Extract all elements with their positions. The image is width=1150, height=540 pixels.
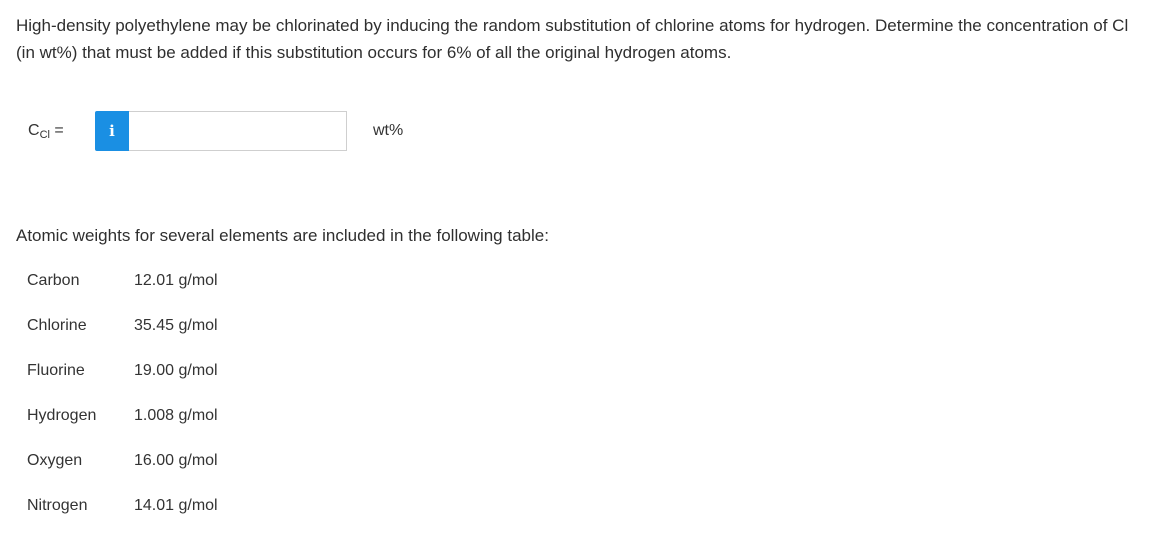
- atomic-weight: 12.01 g/mol: [134, 271, 218, 289]
- answer-row: CCl = i wt%: [28, 110, 403, 152]
- atomic-weight: 14.01 g/mol: [134, 496, 218, 514]
- variable-symbol: C: [28, 121, 40, 139]
- info-icon[interactable]: i: [95, 111, 129, 151]
- atomic-weight: 35.45 g/mol: [134, 316, 218, 334]
- element-name: Nitrogen: [27, 496, 88, 514]
- variable-subscript: Cl: [39, 128, 50, 141]
- atomic-weight: 19.00 g/mol: [134, 361, 218, 379]
- table-row: Hydrogen 1.008 g/mol: [20, 393, 225, 438]
- element-name: Hydrogen: [27, 406, 97, 424]
- variable-label: CCl =: [28, 122, 95, 141]
- element-name: Carbon: [27, 271, 80, 289]
- question-text: High-density polyethylene may be chlorin…: [16, 16, 1129, 62]
- table-row: Chlorine 35.45 g/mol: [20, 303, 225, 348]
- element-name: Oxygen: [27, 451, 83, 469]
- atomic-weights-table: Carbon 12.01 g/mol Chlorine 35.45 g/mol …: [20, 258, 225, 528]
- answer-input[interactable]: [129, 111, 347, 151]
- table-row: Fluorine 19.00 g/mol: [20, 348, 225, 393]
- table-row: Oxygen 16.00 g/mol: [20, 438, 225, 483]
- unit-label: wt%: [373, 122, 404, 139]
- table-intro: Atomic weights for several elements are …: [16, 226, 549, 245]
- table-row: Nitrogen 14.01 g/mol: [20, 483, 225, 528]
- atomic-weight: 1.008 g/mol: [134, 406, 218, 424]
- table-row: Carbon 12.01 g/mol: [20, 258, 225, 303]
- question-page: High-density polyethylene may be chlorin…: [0, 0, 1150, 540]
- equals-sign: =: [54, 121, 64, 139]
- atomic-weight: 16.00 g/mol: [134, 451, 218, 469]
- element-name: Fluorine: [27, 361, 85, 379]
- element-name: Chlorine: [27, 316, 87, 334]
